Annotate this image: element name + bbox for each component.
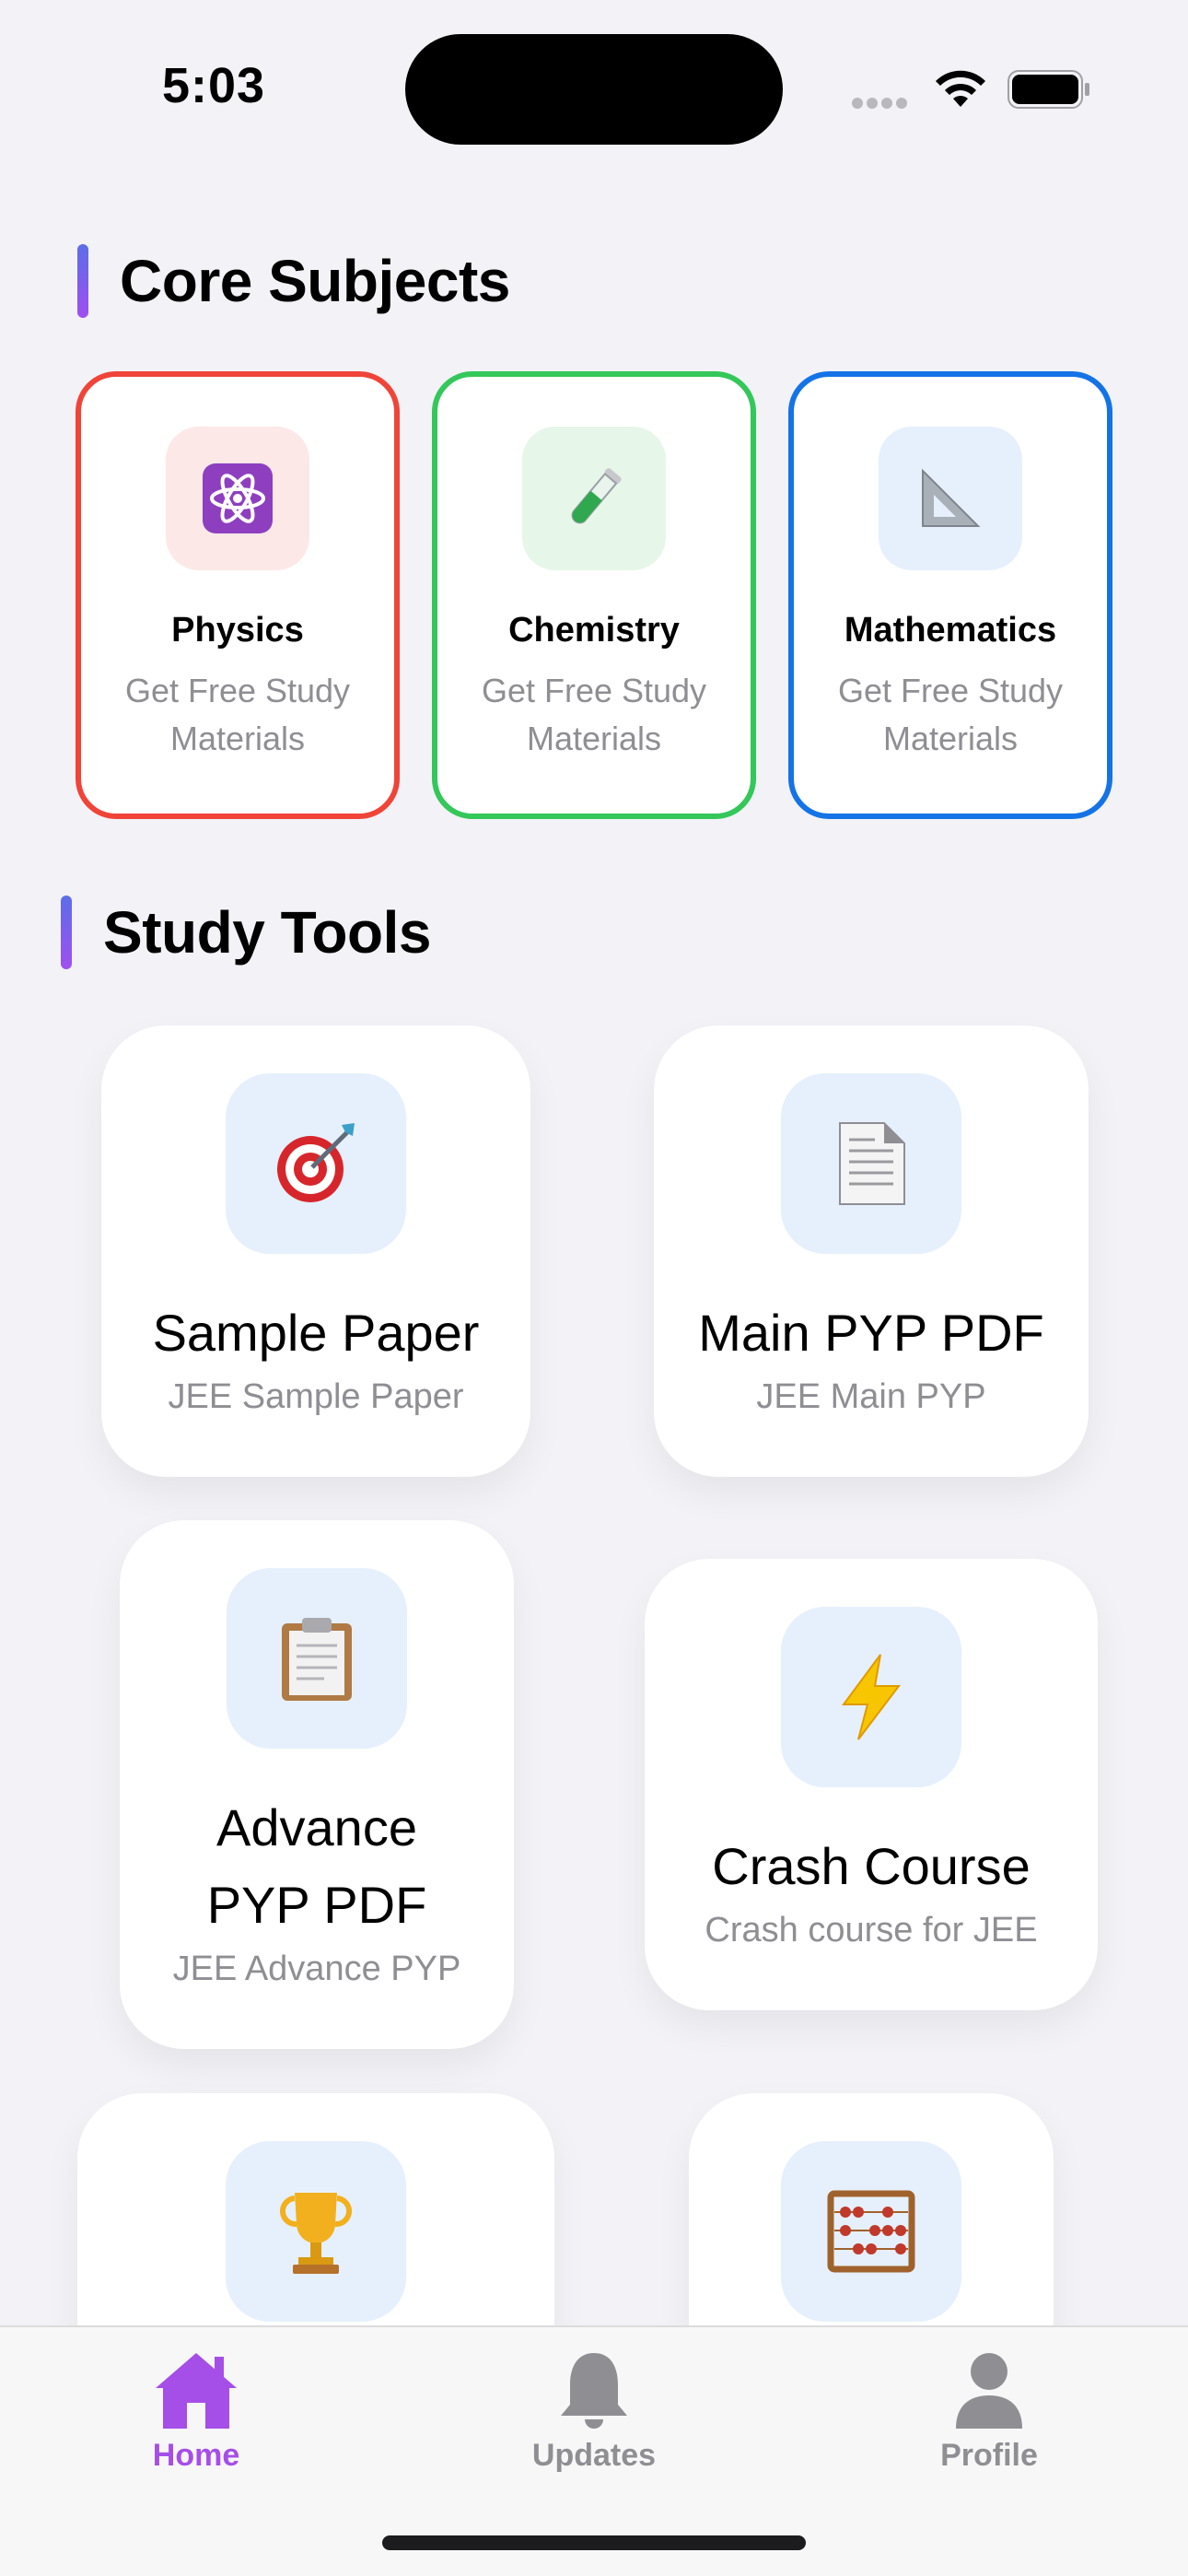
- tool-card-crash-course[interactable]: Crash Course Crash course for JEE: [645, 1559, 1098, 2010]
- study-tools-header: Study Tools: [61, 896, 431, 969]
- subject-subtitle: Get Free Study Materials: [124, 672, 351, 757]
- tool-title: Main PYP PDF: [698, 1304, 1044, 1362]
- tool-subtitle: Crash course for JEE: [705, 1911, 1038, 1950]
- tool-subtitle: JEE Advance PYP: [172, 1950, 461, 1988]
- clipboard-icon: [227, 1568, 407, 1749]
- subject-name: Physics: [171, 611, 304, 650]
- subject-name: Chemistry: [508, 611, 680, 650]
- home-icon: [156, 2353, 237, 2429]
- tool-card-sample-paper[interactable]: Sample Paper JEE Sample Paper: [101, 1025, 530, 1477]
- tab-label: Home: [152, 2438, 240, 2473]
- subject-name: Mathematics: [844, 611, 1057, 650]
- person-icon: [956, 2353, 1022, 2429]
- tool-title: Sample Paper: [152, 1304, 480, 1362]
- section-accent-bar: [61, 896, 72, 969]
- tool-subtitle: JEE Main PYP: [756, 1377, 986, 1416]
- tab-profile[interactable]: Profile: [897, 2349, 1081, 2474]
- tool-title: Advance PYP PDF: [206, 1798, 427, 1934]
- subject-card-chemistry[interactable]: Chemistry Get Free Study Materials: [432, 371, 756, 819]
- subject-card-physics[interactable]: Physics Get Free Study Materials: [76, 371, 400, 819]
- subject-subtitle: Get Free Study Materials: [837, 672, 1064, 757]
- triangle-ruler-icon: [879, 427, 1022, 570]
- lightning-icon: [781, 1607, 961, 1787]
- section-title: Core Subjects: [120, 248, 510, 314]
- tool-card-advance-pyp[interactable]: Advance PYP PDF JEE Advance PYP: [120, 1520, 514, 2049]
- tab-label: Updates: [531, 2438, 657, 2473]
- status-time: 5:03: [162, 58, 266, 113]
- section-accent-bar: [77, 244, 88, 318]
- document-icon: [781, 1073, 961, 1254]
- bell-icon: [561, 2353, 627, 2429]
- test-tube-icon: [522, 427, 666, 570]
- target-icon: [226, 1073, 406, 1254]
- tool-title: Crash Course: [712, 1837, 1031, 1895]
- tool-card-main-pyp[interactable]: Main PYP PDF JEE Main PYP: [654, 1025, 1089, 1477]
- tab-label: Profile: [940, 2438, 1038, 2473]
- core-subjects-header: Core Subjects: [77, 244, 510, 318]
- atom-icon: [166, 427, 309, 570]
- battery-icon: [1007, 70, 1089, 109]
- tab-updates[interactable]: Updates: [502, 2349, 686, 2474]
- subject-subtitle: Get Free Study Materials: [481, 672, 707, 757]
- wifi-icon: [936, 70, 985, 107]
- dynamic-island: [405, 34, 783, 145]
- subject-card-mathematics[interactable]: Mathematics Get Free Study Materials: [788, 371, 1112, 819]
- section-title: Study Tools: [103, 899, 431, 966]
- trophy-icon: [226, 2141, 406, 2322]
- cellular-signal-icon: [852, 97, 914, 110]
- tool-subtitle: JEE Sample Paper: [168, 1377, 464, 1416]
- tab-home[interactable]: Home: [104, 2349, 288, 2474]
- abacus-icon: [781, 2141, 961, 2322]
- home-indicator[interactable]: [382, 2535, 806, 2550]
